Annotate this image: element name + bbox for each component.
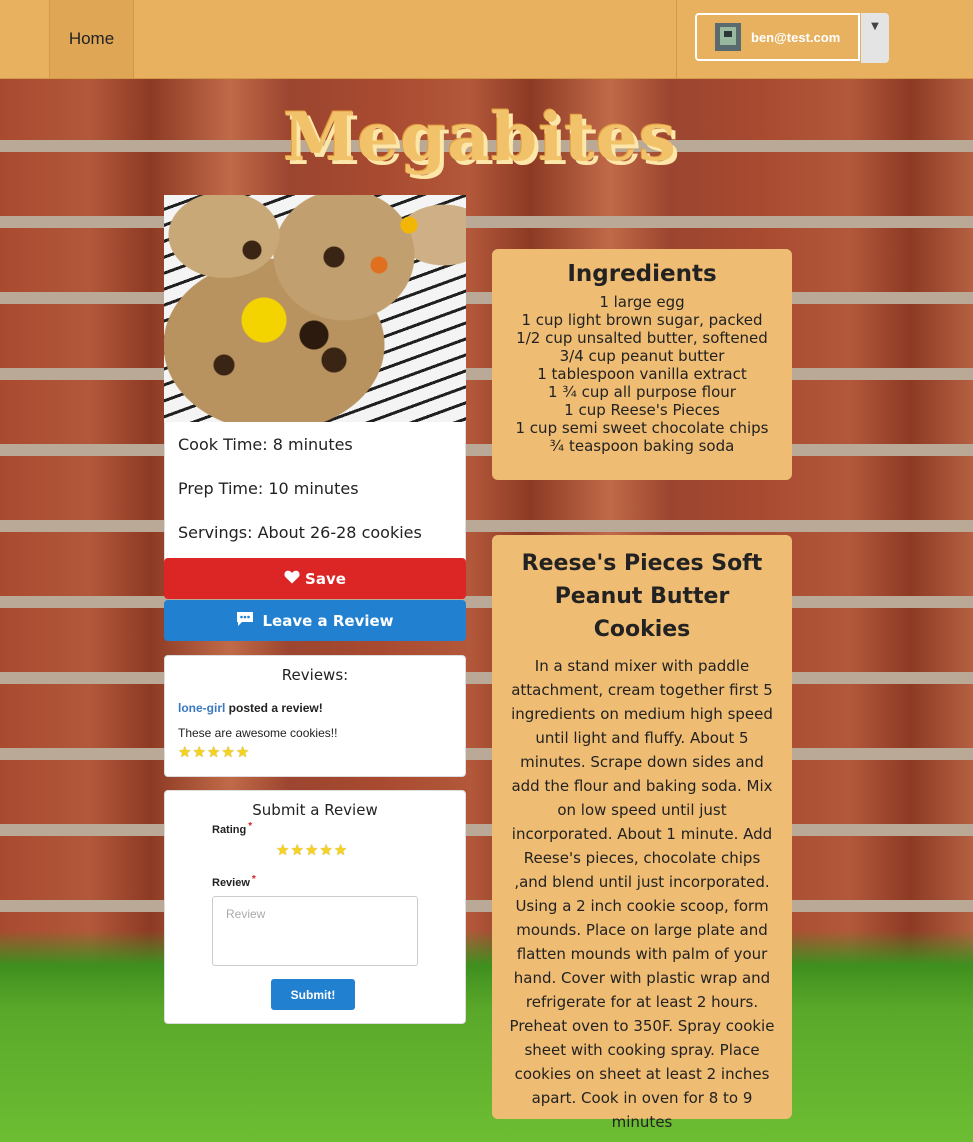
navbar: Home ben@test.com ▼ [0,0,973,79]
submit-review-card: Submit a Review Rating * ★ ★ ★ ★ ★ Review… [164,790,466,1024]
ingredient-item: 1 large egg [599,293,685,311]
star-icon[interactable]: ★ [290,843,303,858]
rating-star-input[interactable]: ★ ★ ★ ★ ★ [276,843,347,858]
caret-down-icon: ▼ [871,21,879,32]
star-icon: ★ [221,743,235,761]
leave-review-button[interactable]: Leave a Review [164,600,466,641]
required-asterisk: * [248,821,253,832]
save-button[interactable]: Save [164,558,466,599]
review-posted-text: posted a review! [225,701,323,715]
ingredient-item: 1 cup Reese's Pieces [564,401,720,419]
review-username-link[interactable]: lone-girl [178,701,225,715]
ingredient-item: 3/4 cup peanut butter [559,347,725,365]
ingredient-item: 1 ¾ cup all purpose flour [548,383,736,401]
star-icon[interactable]: ★ [319,843,332,858]
star-icon: ★ [178,743,192,761]
comment-icon [236,611,254,631]
recipe-info-card: Cook Time: 8 minutes Prep Time: 10 minut… [164,422,466,562]
site-logo-title: Megabites [283,98,677,176]
star-icon: ★ [192,743,206,761]
review-textarea[interactable] [212,896,418,966]
star-icon[interactable]: ★ [305,843,318,858]
star-icon: ★ [206,743,221,761]
recipe-directions-panel: Reese's Pieces Soft Peanut Butter Cookie… [492,535,792,1131]
save-button-label: Save [305,569,346,588]
nav-home-link[interactable]: Home [49,0,134,78]
ingredient-item: 1 cup semi sweet chocolate chips [515,419,769,437]
star-icon[interactable]: ★ [334,843,347,858]
nav-divider [676,0,677,78]
cook-time: Cook Time: 8 minutes [178,435,353,454]
user-menu-button[interactable]: ben@test.com [695,13,860,61]
review-text: These are awesome cookies!! [178,726,338,740]
reviews-card: Reviews: lone-girl posted a review! Thes… [164,655,466,777]
recipe-title: Reese's Pieces Soft Peanut Butter Cookie… [521,551,763,642]
submit-review-heading: Submit a Review [252,801,378,819]
servings: Servings: About 26-28 cookies [178,523,422,542]
avatar [715,23,741,51]
heart-icon [284,570,300,588]
required-asterisk: * [251,874,256,885]
recipe-photo [164,195,466,422]
prep-time: Prep Time: 10 minutes [178,479,359,498]
ingredient-item: 1/2 cup unsalted butter, softened [516,329,768,347]
ingredients-heading: Ingredients [567,261,717,287]
recipe-directions: In a stand mixer with paddle attachment,… [509,657,775,1131]
submit-button[interactable]: Submit! [271,979,355,1010]
user-menu-dropdown-toggle[interactable]: ▼ [861,13,889,63]
review-header: lone-girl posted a review! [178,701,323,715]
star-icon: ★ [235,743,250,761]
review-rating: ★ ★ ★ ★ ★ [178,745,249,760]
rating-label: Rating * [212,821,253,836]
ingredient-item: 1 cup light brown sugar, packed [521,311,763,329]
ingredients-panel: Ingredients 1 large egg 1 cup light brow… [492,249,792,480]
ingredient-item: ¾ teaspoon baking soda [549,437,735,455]
review-field-label: Review * [212,874,256,889]
star-icon[interactable]: ★ [276,843,289,858]
ingredients-list: 1 large egg 1 cup light brown sugar, pac… [492,293,792,455]
leave-review-label: Leave a Review [262,611,394,630]
reviews-heading: Reviews: [281,666,349,684]
user-email: ben@test.com [751,29,841,45]
ingredient-item: 1 tablespoon vanilla extract [537,365,747,383]
